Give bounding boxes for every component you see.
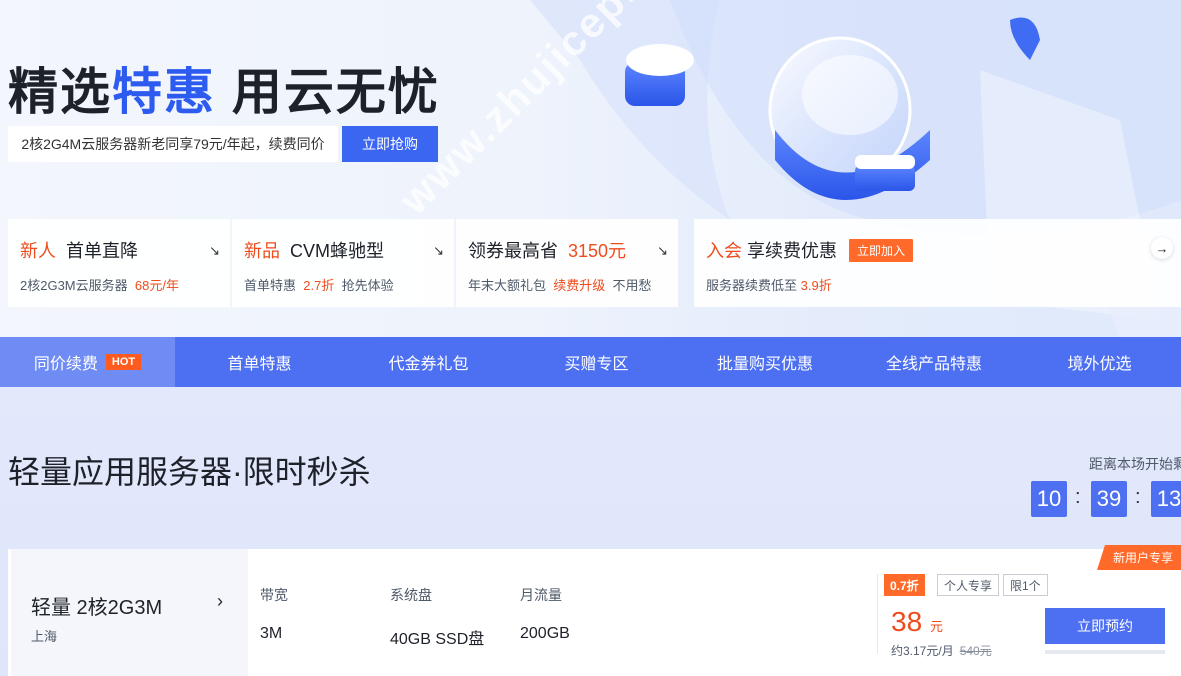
monthly-price: 约3.17元/月	[891, 644, 954, 658]
hero-subtitle: 2核2G4M云服务器新老同享79元/年起，续费同价	[8, 126, 338, 162]
tab-bulk-purchase[interactable]: 批量购买优惠	[680, 337, 850, 387]
arrow-right-icon[interactable]: →	[1151, 237, 1173, 259]
arrow-down-right-icon: ↘	[657, 243, 668, 258]
product-header[interactable]: 轻量 2核2G3M › 上海	[8, 549, 248, 676]
card-title: 享续费优惠	[747, 241, 838, 261]
hero-title-highlight: 特惠	[112, 64, 216, 120]
tab-same-price-renewal[interactable]: 同价续费 HOT	[0, 337, 175, 387]
hot-badge: HOT	[105, 354, 142, 370]
product-name: 轻量 2核2G3M	[31, 597, 163, 619]
promo-card-new-user[interactable]: 新人 首单直降 2核2G3M云服务器 68元/年 ↘	[8, 219, 230, 307]
spec-value: 40GB SSD盘	[390, 631, 485, 648]
countdown-hours: 10	[1031, 481, 1067, 517]
chevron-right-icon: ›	[217, 591, 223, 611]
card-desc: 首单特惠	[244, 278, 297, 293]
spec-value: 200GB	[520, 625, 570, 642]
countdown-minutes: 39	[1091, 481, 1127, 517]
tab-overseas[interactable]: 境外优选	[1018, 337, 1181, 387]
tab-coupons[interactable]: 代金券礼包	[344, 337, 513, 387]
hero-title-part1: 精选	[8, 64, 112, 120]
price-detail: 约3.17元/月 540元	[891, 642, 992, 659]
price: 38 元	[891, 606, 943, 638]
spec-label: 带宽	[260, 587, 288, 603]
new-user-badge: 新用户专享	[1096, 545, 1181, 570]
card-tag: 新品	[244, 241, 280, 261]
hero-title: 精选特惠 用云无忧	[8, 52, 440, 124]
tab-label: 同价续费	[33, 356, 98, 373]
price-unit: 元	[929, 619, 943, 634]
card-tag: 入会	[706, 241, 742, 261]
arrow-down-right-icon: ↘	[209, 243, 220, 258]
tab-gifts[interactable]: 买赠专区	[513, 337, 680, 387]
card-title: 首单直降	[66, 241, 139, 261]
card-desc-suffix: 抢先体验	[341, 278, 394, 293]
card-desc: 年末大额礼包	[468, 278, 547, 293]
promo-card-coupon[interactable]: 领券最高省 3150元 年末大额礼包 续费升级 不用愁 ↘	[456, 219, 678, 307]
card-desc-highlight: 3.9折	[800, 278, 832, 293]
card-tag: 新人	[20, 241, 56, 261]
countdown-label: 距离本场开始剩	[1089, 456, 1181, 472]
card-desc-highlight: 续费升级	[553, 278, 606, 293]
card-desc-highlight: 68元/年	[134, 278, 179, 293]
price-value: 38	[891, 606, 923, 637]
countdown-seconds: 13	[1151, 481, 1181, 517]
card-desc-suffix: 不用愁	[612, 278, 652, 293]
card-desc: 2核2G3M云服务器	[20, 278, 128, 293]
stock-progress	[1045, 650, 1165, 654]
discount-badge: 0.7折	[884, 574, 925, 596]
tab-all-products[interactable]: 全线产品特惠	[850, 337, 1018, 387]
tag-limit: 限1个	[1003, 574, 1048, 596]
promo-nav: 同价续费 HOT 首单特惠 代金券礼包 买赠专区 批量购买优惠 全线产品特惠 境…	[0, 337, 1181, 387]
arrow-down-right-icon: ↘	[433, 243, 444, 258]
divider	[877, 574, 878, 654]
countdown-separator: :	[1075, 486, 1081, 508]
spec-label: 月流量	[520, 587, 562, 603]
original-price: 540元	[959, 644, 992, 658]
tag-personal: 个人专享	[937, 574, 1000, 596]
promo-card-new-product[interactable]: 新品 CVM蜂驰型 首单特惠 2.7折 抢先体验 ↘	[232, 219, 454, 307]
tab-first-order[interactable]: 首单特惠	[175, 337, 344, 387]
card-title: CVM蜂驰型	[290, 241, 385, 261]
promo-card-membership[interactable]: 入会 享续费优惠 立即加入 服务器续费低至 3.9折 →	[694, 219, 1181, 307]
card-desc-highlight: 2.7折	[303, 278, 335, 293]
spec-value: 3M	[260, 625, 283, 642]
join-now-button[interactable]: 立即加入	[849, 238, 914, 262]
spec-label: 系统盘	[390, 587, 432, 603]
product-region: 上海	[31, 629, 58, 644]
section-title: 轻量应用服务器·限时秒杀	[8, 454, 371, 490]
card-desc: 服务器续费低至	[706, 278, 798, 293]
card-title-highlight: 3150元	[568, 241, 627, 261]
countdown-separator: :	[1135, 486, 1141, 508]
product-card: 新用户专享 轻量 2核2G3M › 上海 带宽 3M 系统盘 40GB SSD盘…	[8, 545, 1181, 676]
card-title: 领券最高省	[468, 241, 558, 261]
reserve-button[interactable]: 立即预约	[1045, 608, 1165, 644]
hero-title-part2: 用云无忧	[231, 64, 440, 120]
